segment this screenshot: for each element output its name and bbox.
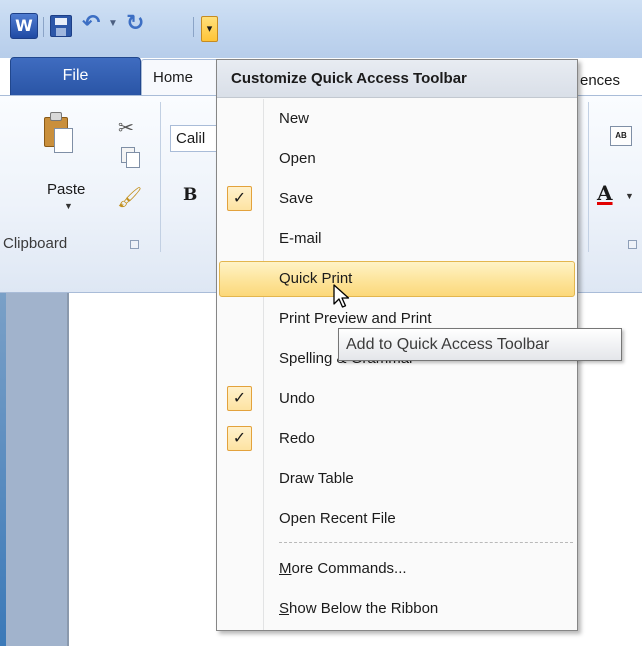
font-color-button[interactable]: A <box>597 181 613 205</box>
menu-item-email[interactable]: E-mail <box>219 221 575 257</box>
tab-file[interactable]: File <box>10 57 141 95</box>
check-icon: ✓ <box>227 386 252 411</box>
window-edge <box>0 293 6 646</box>
paste-button-label[interactable]: Paste <box>47 181 85 198</box>
bold-button[interactable]: B <box>183 185 197 205</box>
menu-item-label: New <box>279 110 310 127</box>
tab-home[interactable]: Home <box>141 59 221 96</box>
menu-item-more-commands[interactable]: More Commands... <box>219 551 575 587</box>
tooltip: Add to Quick Access Toolbar <box>338 328 622 361</box>
menu-item-open-recent-file[interactable]: Open Recent File <box>219 501 575 537</box>
menu-header: Customize Quick Access Toolbar <box>217 60 577 98</box>
menu-item-quick-print[interactable]: Quick Print <box>219 261 575 297</box>
group-separator <box>588 102 589 252</box>
redo-icon[interactable]: ↻ <box>126 10 144 36</box>
paste-dropdown-icon[interactable]: ▼ <box>64 201 73 211</box>
customize-qat-button[interactable]: ▾ <box>201 16 218 42</box>
qat-separator <box>43 17 44 37</box>
menu-separator <box>279 542 573 543</box>
font-color-dropdown-icon[interactable]: ▼ <box>625 191 634 201</box>
font-name-input[interactable]: Calil <box>170 125 220 152</box>
menu-item-show-below-ribbon[interactable]: Show Below the Ribbon <box>219 591 575 627</box>
text-effects-icon[interactable]: AB <box>610 126 632 146</box>
undo-icon[interactable]: ↶ <box>82 10 100 36</box>
paste-paper-icon <box>54 128 73 153</box>
check-icon: ✓ <box>227 186 252 211</box>
check-icon: ✓ <box>227 426 252 451</box>
clipboard-launcher-icon[interactable] <box>130 240 139 249</box>
menu-item-label: Open <box>279 150 316 167</box>
menu-item-label: Print Preview and Print <box>279 310 432 327</box>
mouse-cursor-icon <box>333 284 350 308</box>
mnemonic-letter: S <box>279 600 290 617</box>
cut-icon[interactable]: ✂ <box>118 117 134 140</box>
menu-item-save[interactable]: ✓ Save <box>219 181 575 217</box>
menu-item-label: how Below the Ribbon <box>289 600 439 617</box>
clipboard-clip-icon <box>50 112 62 121</box>
save-icon[interactable] <box>50 15 72 37</box>
format-painter-icon[interactable]: 🖌 <box>117 185 142 210</box>
word-app-icon[interactable]: W <box>10 13 38 39</box>
menu-item-label: Undo <box>279 390 315 407</box>
group-separator <box>160 102 161 252</box>
tab-references[interactable]: ences <box>580 72 620 89</box>
copy-icon[interactable] <box>121 147 140 168</box>
menu-item-label: Redo <box>279 430 315 447</box>
menu-item-label: Open Recent File <box>279 510 396 527</box>
mnemonic-letter: M <box>279 560 292 577</box>
menu-item-label: E-mail <box>279 230 322 247</box>
menu-item-open[interactable]: Open <box>219 141 575 177</box>
menu-item-label: ore Commands... <box>291 560 407 577</box>
menu-item-draw-table[interactable]: Draw Table <box>219 461 575 497</box>
menu-item-redo[interactable]: ✓ Redo <box>219 421 575 457</box>
menu-item-label: Draw Table <box>279 470 354 487</box>
menu-item-new[interactable]: New <box>219 101 575 137</box>
font-launcher-icon[interactable] <box>628 240 637 249</box>
menu-item-label: Save <box>279 190 314 207</box>
qat-separator <box>193 17 194 37</box>
menu-item-undo[interactable]: ✓ Undo <box>219 381 575 417</box>
undo-dropdown-icon[interactable]: ▼ <box>108 18 118 29</box>
clipboard-group-label: Clipboard <box>3 235 68 252</box>
